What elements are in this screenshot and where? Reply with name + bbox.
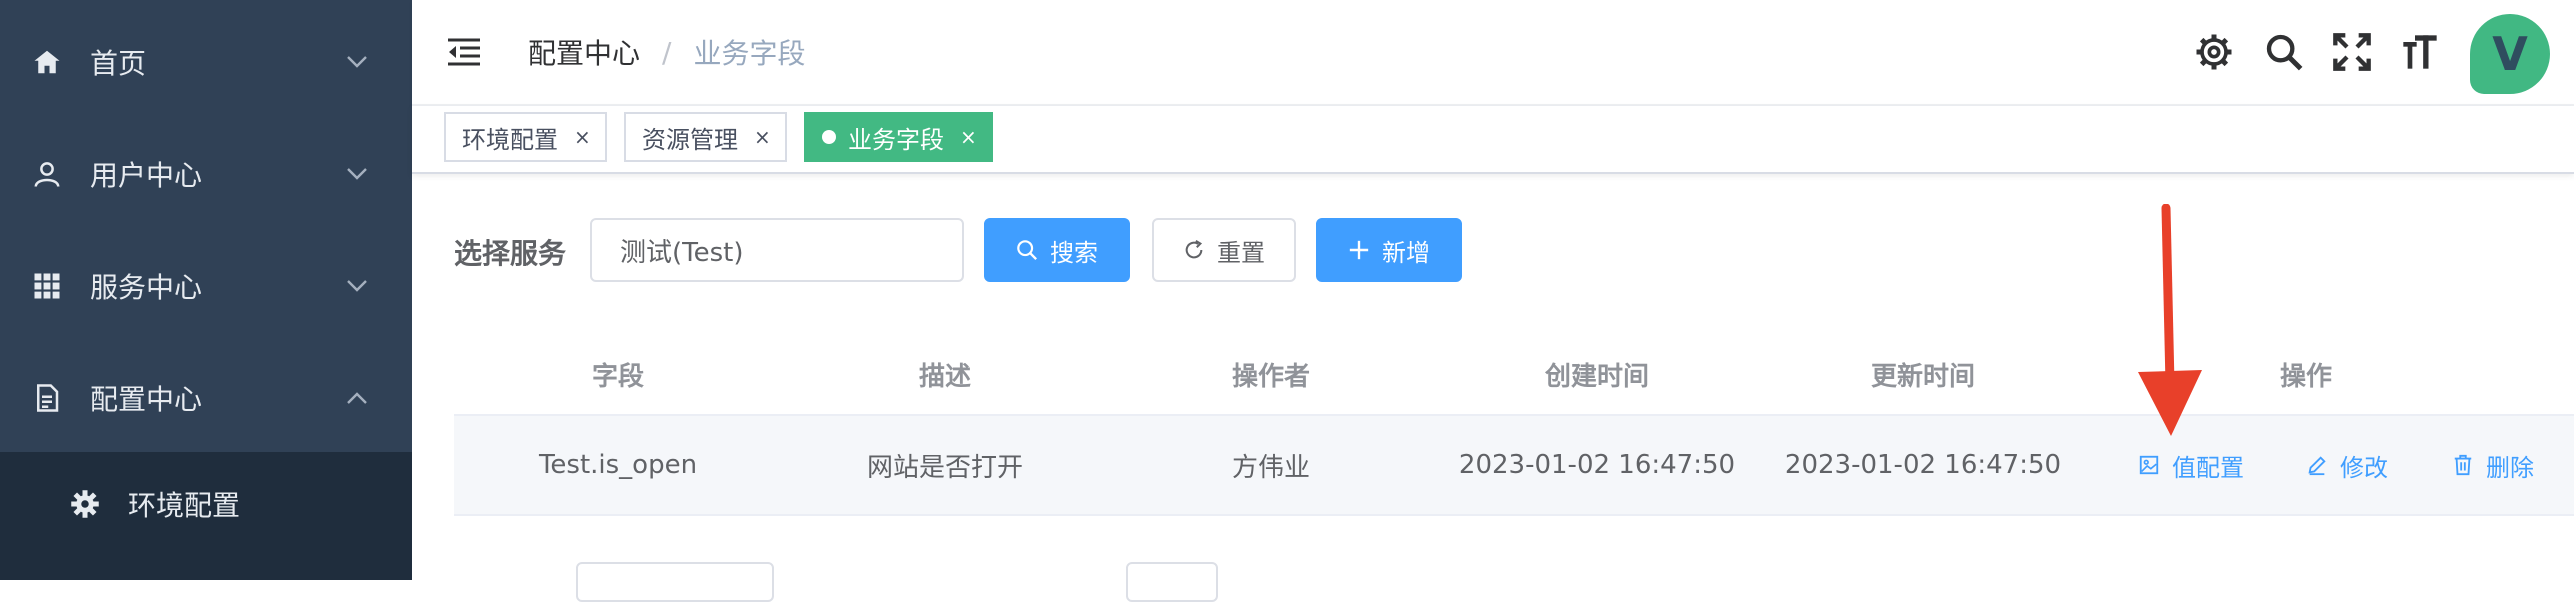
service-select[interactable]: 测试(Test) — [590, 218, 964, 282]
grid-icon — [30, 269, 64, 303]
edit-icon — [2308, 456, 2326, 476]
table-row: Test.is_open 网站是否打开 方伟业 2023-01-02 16:47… — [454, 416, 2574, 516]
refresh-icon — [1185, 239, 1203, 259]
gear-icon[interactable] — [2194, 32, 2234, 72]
cell-updated: 2023-01-02 16:47:50 — [1784, 450, 2062, 480]
user-icon — [30, 157, 64, 191]
search-button[interactable]: 搜索 — [984, 218, 1130, 282]
chevron-down-icon — [347, 168, 367, 180]
submenu-config: 环境配置 — [0, 452, 412, 580]
tag-resource-manage[interactable]: 资源管理 × — [624, 112, 787, 162]
cell-description: 网站是否打开 — [866, 452, 1023, 483]
gear-icon — [68, 487, 102, 521]
service-select-value: 测试(Test) — [620, 237, 744, 268]
column-header-updated: 更新时间 — [1870, 361, 1975, 392]
close-icon[interactable]: × — [960, 125, 977, 149]
tag-label: 业务字段 — [848, 125, 944, 154]
search-icon — [1017, 240, 1038, 261]
reset-button-label: 重置 — [1217, 238, 1265, 267]
add-button-label: 新增 — [1382, 238, 1430, 267]
sidebar-item-label: 配置中心 — [90, 383, 203, 416]
column-header-created: 创建时间 — [1544, 361, 1649, 392]
chevron-down-icon — [347, 56, 367, 68]
column-header-field: 字段 — [591, 361, 644, 392]
reset-button[interactable]: 重置 — [1152, 218, 1296, 282]
sidebar-item-label: 用户中心 — [90, 159, 203, 192]
edit-button[interactable]: 修改 — [2306, 416, 2388, 514]
chevron-up-icon — [347, 392, 367, 404]
delete-label: 删除 — [2486, 453, 2534, 482]
tag-env-config[interactable]: 环境配置 × — [444, 112, 607, 162]
tag-label: 资源管理 — [642, 125, 738, 154]
picture-icon — [2139, 455, 2159, 475]
search-icon[interactable] — [2264, 32, 2304, 72]
trash-icon — [2454, 454, 2472, 476]
sidebar-item-label: 首页 — [90, 47, 147, 80]
chevron-down-icon — [347, 280, 367, 292]
sidebar-item-home[interactable]: 首页 — [0, 12, 412, 112]
sidebar-item-config-center[interactable]: 配置中心 — [0, 348, 412, 448]
select-service-label: 选择服务 — [454, 237, 567, 270]
avatar[interactable]: V — [2470, 14, 2550, 94]
edit-label: 修改 — [2340, 453, 2388, 482]
sidebar-item-label: 服务中心 — [90, 271, 203, 304]
add-button[interactable]: 新增 — [1316, 218, 1462, 282]
close-icon[interactable]: × — [754, 125, 771, 149]
annotation-arrow — [2138, 204, 2202, 436]
sidebar-item-service-center[interactable]: 服务中心 — [0, 236, 412, 336]
font-size-icon[interactable] — [2400, 32, 2440, 72]
cell-created: 2023-01-02 16:47:50 — [1458, 450, 1736, 480]
cell-field: Test.is_open — [538, 450, 698, 480]
sidebar-subitem-env-config[interactable]: 环境配置 — [0, 452, 412, 556]
sidebar-item-user-center[interactable]: 用户中心 — [0, 124, 412, 224]
value-config-label: 值配置 — [2172, 453, 2244, 482]
plus-icon — [1349, 240, 1369, 260]
column-header-description: 描述 — [918, 361, 971, 392]
cell-operator: 方伟业 — [1231, 452, 1310, 483]
avatar-letter: V — [2492, 27, 2528, 81]
sidebar-subitem-label: 环境配置 — [128, 489, 241, 522]
page-size-select[interactable] — [576, 562, 774, 602]
tag-business-field[interactable]: 业务字段 × — [804, 112, 993, 162]
active-dot-icon — [822, 130, 836, 144]
table-header: 字段 描述 操作者 创建时间 更新时间 操作 — [454, 334, 2574, 416]
fullscreen-icon[interactable] — [2332, 32, 2372, 72]
header-tools — [412, 0, 2574, 104]
navbar: 配置中心 / 业务字段 V — [412, 0, 2574, 106]
column-header-operator: 操作者 — [1231, 361, 1310, 392]
delete-button[interactable]: 删除 — [2452, 416, 2534, 514]
page-jump-input[interactable] — [1126, 562, 1218, 602]
search-button-label: 搜索 — [1050, 238, 1098, 267]
tags-view: 环境配置 × 资源管理 × 业务字段 × — [412, 106, 2574, 174]
tag-label: 环境配置 — [462, 125, 558, 154]
close-icon[interactable]: × — [574, 125, 591, 149]
document-icon — [30, 381, 64, 415]
sidebar: 首页 用户中心 服务中心 配置中心 环境配置 — [0, 0, 412, 580]
home-icon — [30, 45, 64, 79]
